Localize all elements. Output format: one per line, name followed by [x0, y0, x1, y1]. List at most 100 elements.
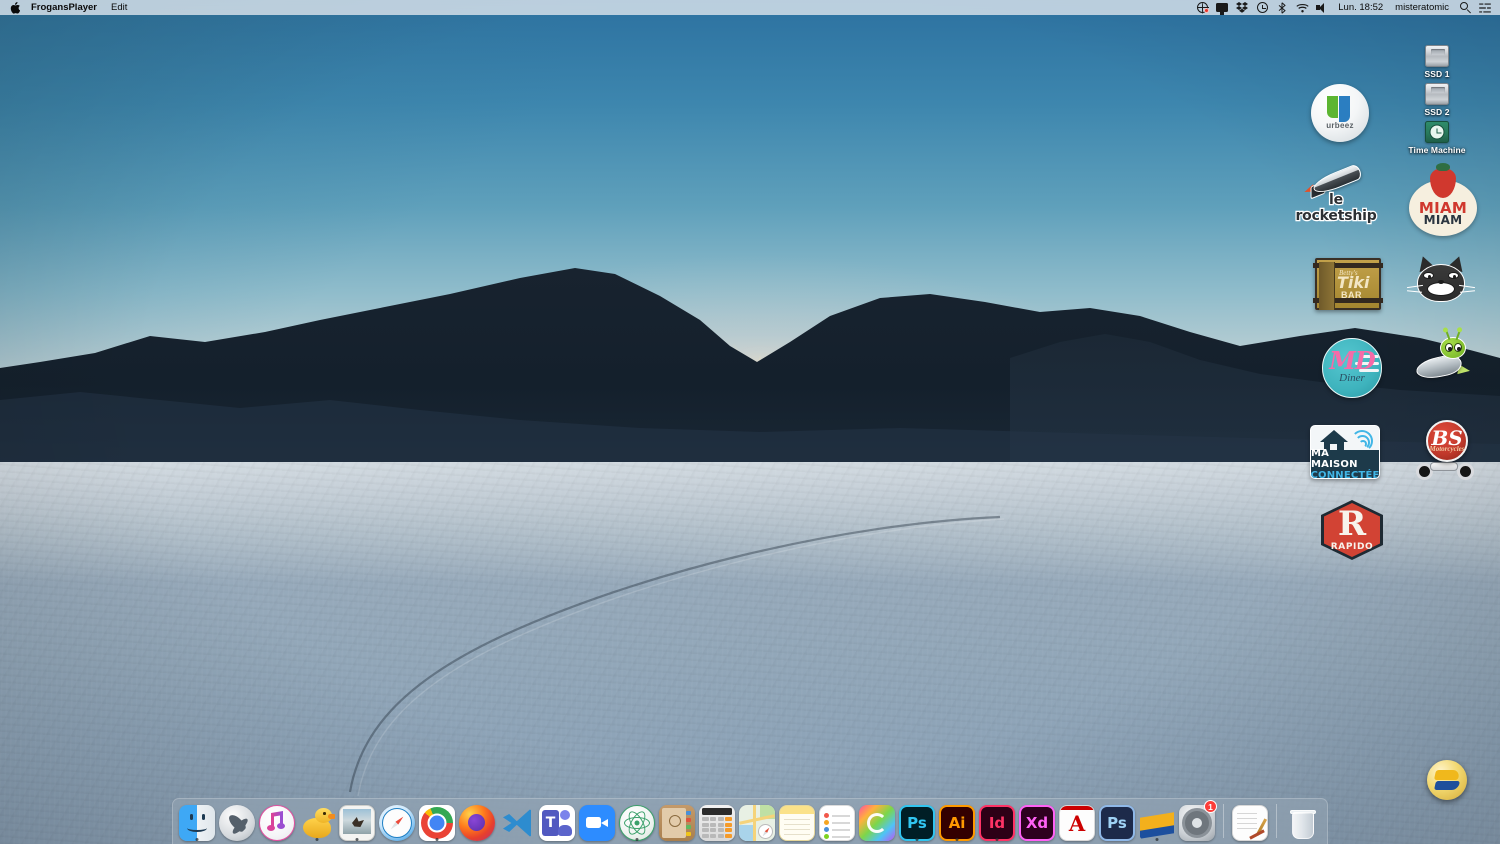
frogans-site-le-rocketship[interactable]: le rocketship	[1292, 163, 1380, 226]
frogans-player-icon[interactable]	[1427, 760, 1467, 800]
running-indicator	[635, 838, 639, 841]
dock-item-adobe-indesign[interactable]: Id	[978, 801, 1016, 841]
desktop-icon-label: Time Machine	[1408, 145, 1466, 155]
itunes-icon	[259, 805, 295, 841]
photoshop-cs-icon: Ps	[1099, 805, 1135, 841]
firefox-icon	[459, 805, 495, 841]
frogans-site-cat-face[interactable]	[1406, 253, 1476, 306]
display-icon[interactable]	[1212, 0, 1232, 15]
dock-item-zoom[interactable]	[578, 801, 616, 841]
dropbox-icon[interactable]	[1232, 0, 1252, 15]
dock-item-safari[interactable]	[378, 801, 416, 841]
dock-item-launchpad[interactable]	[218, 801, 256, 841]
dock-item-adobe-illustrator[interactable]: Ai	[938, 801, 976, 841]
dock-item-preview[interactable]	[338, 801, 376, 841]
miam-miam-icon: MIAM MIAM	[1409, 168, 1477, 236]
chrome-icon	[419, 805, 455, 841]
dock-separator	[1223, 804, 1224, 838]
spotlight-search-icon[interactable]	[1455, 0, 1475, 15]
tiki-label-3: BAR	[1341, 290, 1362, 300]
dock-separator	[1276, 804, 1277, 838]
rocketship-icon: le rocketship	[1292, 163, 1380, 226]
dock-item-microsoft-teams[interactable]: T	[538, 801, 576, 841]
tiki-statue-icon	[1319, 262, 1335, 310]
tiki-bar-icon: Betty's Tiki BAR	[1313, 258, 1383, 310]
desktop-icon-ssd-1[interactable]: SSD 1	[1401, 45, 1473, 79]
frogans-site-rapido[interactable]: R RAPIDO	[1321, 500, 1383, 560]
dock-item-downloads-stack[interactable]	[1138, 801, 1176, 841]
apple-logo-icon[interactable]	[6, 1, 24, 14]
dock-item-contacts[interactable]	[658, 801, 696, 841]
textedit-stack-icon	[1232, 805, 1268, 841]
dock-item-notes[interactable]	[778, 801, 816, 841]
dock-item-finder[interactable]	[178, 801, 216, 841]
dock-item-system-preferences[interactable]: 1	[1178, 800, 1217, 841]
time-machine-disk-icon	[1425, 121, 1449, 143]
menu-edit[interactable]: Edit	[104, 0, 134, 15]
dock-item-maps[interactable]	[738, 801, 776, 841]
volume-icon[interactable]	[1312, 0, 1332, 15]
running-indicator	[1155, 838, 1159, 841]
frogans-site-urbeez[interactable]: urbeez	[1311, 84, 1369, 142]
ma-maison-connectee-icon: MA MAISON CONNECTÉE	[1310, 425, 1380, 479]
dock-item-adobe-photoshop-cs[interactable]: Ps	[1098, 801, 1136, 841]
screen-record-icon[interactable]	[1192, 0, 1212, 15]
time-machine-icon[interactable]	[1252, 0, 1272, 15]
dock-item-sequel-pro[interactable]	[298, 801, 336, 841]
frogans-site-alien-rocket[interactable]	[1410, 330, 1476, 391]
dock-item-google-chrome[interactable]	[418, 801, 456, 841]
control-center-icon[interactable]	[1475, 0, 1495, 15]
menu-app-name[interactable]: FrogansPlayer	[24, 0, 104, 15]
frogans-site-md-diner[interactable]: MD Diner	[1322, 338, 1382, 398]
dock-item-itunes[interactable]	[258, 801, 296, 841]
rubber-duck-icon	[299, 805, 335, 841]
dock-item-firefox[interactable]	[458, 801, 496, 841]
reminders-icon	[819, 805, 855, 841]
dock-item-atom[interactable]	[618, 801, 656, 841]
md-diner-icon: MD Diner	[1322, 338, 1382, 398]
dock-item-reminders[interactable]	[818, 801, 856, 841]
frogans-site-miam-miam[interactable]: MIAM MIAM	[1409, 168, 1477, 236]
desktop-icon-time-machine[interactable]: Time Machine	[1401, 121, 1473, 155]
dock-item-documents-stack[interactable]	[1231, 801, 1269, 841]
dock-item-trash[interactable]	[1284, 801, 1322, 841]
desktop-icon-ssd-2[interactable]: SSD 2	[1401, 83, 1473, 117]
hard-drive-icon	[1425, 45, 1449, 67]
contacts-icon	[659, 805, 695, 841]
frogans-site-ma-maison-connectee[interactable]: MA MAISON CONNECTÉE	[1310, 425, 1380, 479]
strawberry-icon	[1430, 168, 1456, 198]
dock-item-visual-studio-code[interactable]	[498, 801, 536, 841]
menu-bar-clock[interactable]: Lun. 18:52	[1332, 2, 1389, 13]
launchpad-icon	[219, 805, 255, 841]
safari-icon	[379, 805, 415, 841]
alien-rocket-icon	[1410, 330, 1476, 391]
menu-bar-status-area: Lun. 18:52 misteratomic	[1192, 0, 1500, 15]
dock-item-adobe-acrobat[interactable]: A	[1058, 801, 1096, 841]
running-indicator	[315, 838, 319, 841]
menu-bar-left: FrogansPlayer Edit	[0, 0, 134, 15]
maps-icon	[739, 805, 775, 841]
rocketship-label: le rocketship	[1294, 191, 1378, 226]
dock-item-adobe-photoshop[interactable]: Ps	[898, 801, 936, 841]
bs-label-2: Motorcycles	[1429, 445, 1465, 453]
rapido-label-2: RAPIDO	[1330, 542, 1374, 552]
photoshop-icon: Ps	[899, 805, 935, 841]
bluetooth-icon[interactable]	[1272, 0, 1292, 15]
maison-label-1: MA MAISON	[1311, 447, 1358, 470]
menu-bar-username[interactable]: misteratomic	[1389, 2, 1455, 13]
dock-item-adobe-xd[interactable]: Xd	[1018, 801, 1056, 841]
menu-bar: FrogansPlayer Edit Lun. 18:52 misteratom…	[0, 0, 1500, 15]
frogans-site-bettys-tiki-bar[interactable]: Betty's Tiki BAR	[1313, 258, 1383, 310]
dock-item-calculator[interactable]	[698, 801, 736, 841]
frogans-site-bs-motorcycles[interactable]: BS Motorcycles	[1412, 420, 1478, 482]
teams-icon: T	[539, 805, 575, 841]
adobe-creative-cloud-icon	[859, 805, 895, 841]
miam-label-2: MIAM	[1423, 213, 1463, 227]
desktop-icon-label: SSD 2	[1424, 107, 1450, 117]
vscode-icon	[499, 805, 535, 841]
calculator-icon	[699, 805, 735, 841]
dock-item-adobe-creative-cloud[interactable]	[858, 801, 896, 841]
wifi-icon[interactable]	[1292, 0, 1312, 15]
indesign-icon: Id	[979, 805, 1015, 841]
maison-label-2: CONNECTÉE	[1310, 469, 1380, 479]
